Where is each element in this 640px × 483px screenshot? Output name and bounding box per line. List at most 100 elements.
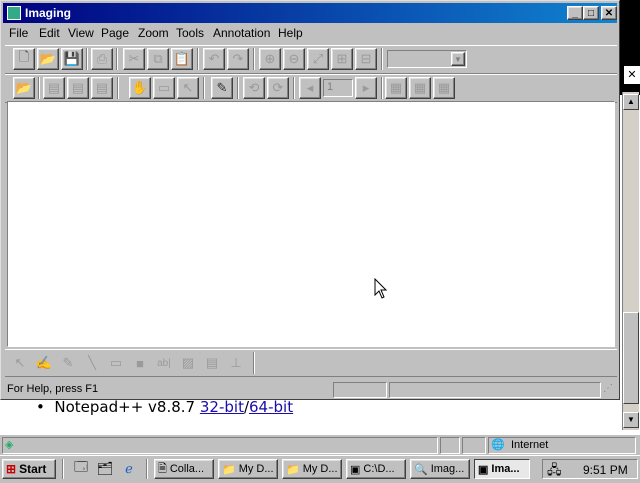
best-fit-icon[interactable]: ⊞	[331, 48, 353, 70]
filled-rectangle-icon[interactable]: ■	[129, 352, 151, 374]
notepad-version-text: Notepad++ v8.8.7	[54, 398, 196, 416]
zoom-to-selection-icon[interactable]: ⤢	[307, 48, 329, 70]
status-pane	[462, 437, 486, 454]
save-icon[interactable]: 💾	[61, 48, 83, 70]
insert-scan-icon[interactable]: ▤	[67, 77, 89, 99]
scroll-thumb[interactable]	[623, 312, 639, 404]
toolbar-separator	[381, 48, 383, 70]
typed-text-icon[interactable]: ab|	[153, 352, 175, 374]
toolbar-separator	[203, 77, 205, 99]
menu-page[interactable]: Page	[101, 26, 129, 40]
straight-line-icon[interactable]: ╲	[81, 352, 103, 374]
zoom-in-icon[interactable]: ⊕	[259, 48, 281, 70]
toolbar-separator	[253, 48, 255, 70]
text-from-file-icon[interactable]: ▤	[201, 352, 223, 374]
close-button[interactable]: ✕	[601, 6, 617, 20]
security-zone-pane: 🌐 Internet	[488, 437, 636, 454]
menu-view[interactable]: View	[68, 26, 94, 40]
imaging-app-icon[interactable]	[7, 6, 21, 20]
internet-globe-icon: 🌐	[491, 439, 505, 451]
toolbar-separator	[117, 77, 119, 99]
print-icon[interactable]: ⎙	[91, 48, 113, 70]
rubber-stamp-icon[interactable]: ⊥	[225, 352, 247, 374]
task-button[interactable]: ▣ C:\D...	[346, 459, 406, 479]
minimize-button[interactable]: _	[567, 6, 583, 20]
next-page-icon[interactable]: ▸	[355, 77, 377, 99]
toolbar-separator	[381, 77, 383, 99]
append-scan-icon[interactable]: ▤	[91, 77, 113, 99]
annotation-toolbar-icon[interactable]: ✎	[211, 77, 233, 99]
title-bar[interactable]: Imaging _ □ ✕	[3, 3, 617, 23]
show-desktop-icon[interactable]: 🗔	[72, 459, 90, 478]
menu-file[interactable]: File	[9, 26, 28, 40]
taskbar: ⊞ Start 🗔 🗂 ℯ 🗎 Colla... 📁 My D... 📁 My D..…	[0, 455, 640, 480]
status-help-text: For Help, press F1	[7, 383, 99, 395]
attach-note-icon[interactable]: ▨	[177, 352, 199, 374]
browser-status-bar: ◈ 🌐 Internet	[0, 434, 640, 455]
menu-annotation[interactable]: Annotation	[213, 26, 270, 40]
folder-icon: 📁	[222, 463, 236, 476]
task-button[interactable]: 📁 My D...	[282, 459, 342, 479]
image-canvas[interactable]	[7, 101, 615, 347]
toolbar-separator	[253, 352, 255, 374]
task-button[interactable]: 📁 My D...	[218, 459, 278, 479]
download-64bit-link[interactable]: 64-bit	[249, 398, 293, 416]
rotate-left-icon[interactable]: ⟲	[243, 77, 265, 99]
copy-icon[interactable]: ⧉	[147, 48, 169, 70]
clock[interactable]: 9:51 PM	[583, 463, 628, 477]
previous-page-icon[interactable]: ◂	[299, 77, 321, 99]
menu-help[interactable]: Help	[278, 26, 303, 40]
background-close-icon[interactable]: ✕	[624, 66, 640, 84]
scan-open-icon[interactable]: 📂	[13, 77, 35, 99]
select-rectangle-icon[interactable]: ▭	[153, 77, 175, 99]
scan-page-icon[interactable]: ▤	[43, 77, 65, 99]
task-button-active[interactable]: ▣ Ima...	[474, 459, 530, 479]
rotate-right-icon[interactable]: ⟳	[267, 77, 289, 99]
resize-grip-icon[interactable]: ⋰	[603, 383, 613, 394]
drag-hand-icon[interactable]: ✋	[129, 77, 151, 99]
quick-launch-icon[interactable]: 🗂	[96, 460, 114, 478]
scroll-up-icon[interactable]: ▲	[623, 94, 639, 110]
internet-explorer-icon[interactable]: ℯ	[120, 460, 138, 478]
download-32bit-link[interactable]: 32-bit	[200, 398, 244, 416]
page-thumbnails-icon[interactable]: ▦	[433, 77, 455, 99]
annotation-select-icon[interactable]: ↖	[9, 352, 31, 374]
task-button[interactable]: 🔍 Imag...	[410, 459, 470, 479]
new-icon[interactable]: 🗋	[13, 48, 35, 70]
redo-icon[interactable]: ↷	[227, 48, 249, 70]
task-button[interactable]: 🗎 Colla...	[154, 459, 214, 479]
menu-edit[interactable]: Edit	[39, 26, 60, 40]
zoom-out-icon[interactable]: ⊖	[283, 48, 305, 70]
toolbar-separator	[116, 48, 118, 70]
folder-icon: 📁	[286, 463, 300, 476]
freehand-line-icon[interactable]: ✍	[33, 352, 55, 374]
undo-icon[interactable]: ↶	[203, 48, 225, 70]
maximize-button[interactable]: □	[583, 6, 599, 20]
select-pointer-icon[interactable]: ↖	[177, 77, 199, 99]
scroll-down-icon[interactable]: ▼	[623, 412, 639, 428]
taskbar-separator	[146, 459, 148, 479]
status-pane	[333, 382, 387, 398]
page-number-value: 1	[327, 81, 334, 93]
download-list-item: • Notepad++ v8.8.7 32-bit/64-bit	[36, 398, 293, 416]
hollow-rectangle-icon[interactable]: ▭	[105, 352, 127, 374]
fit-to-width-icon[interactable]: ⊟	[355, 48, 377, 70]
cut-icon[interactable]: ✂	[123, 48, 145, 70]
imaging-app-icon: ▣	[478, 463, 489, 476]
open-folder-icon[interactable]: 📂	[37, 48, 59, 70]
background-vertical-scrollbar[interactable]: ▲ ▼	[622, 92, 639, 430]
highlighter-icon[interactable]: ✎	[57, 352, 79, 374]
chevron-down-icon[interactable]: ▼	[451, 52, 465, 66]
browser-icon: 🗎	[158, 462, 167, 475]
menu-tools[interactable]: Tools	[176, 26, 204, 40]
one-page-view-icon[interactable]: ▦	[385, 77, 407, 99]
taskbar-separator	[62, 459, 64, 479]
paste-icon[interactable]: 📋	[171, 48, 193, 70]
zoom-select[interactable]: ▼	[387, 50, 467, 68]
thumbnail-view-icon[interactable]: ▦	[409, 77, 431, 99]
toolbar-separator	[38, 77, 40, 99]
toolbar-separator	[293, 77, 295, 99]
start-button[interactable]: ⊞ Start	[2, 459, 56, 479]
menu-zoom[interactable]: Zoom	[138, 26, 169, 40]
page-number-input[interactable]: 1	[323, 79, 353, 97]
